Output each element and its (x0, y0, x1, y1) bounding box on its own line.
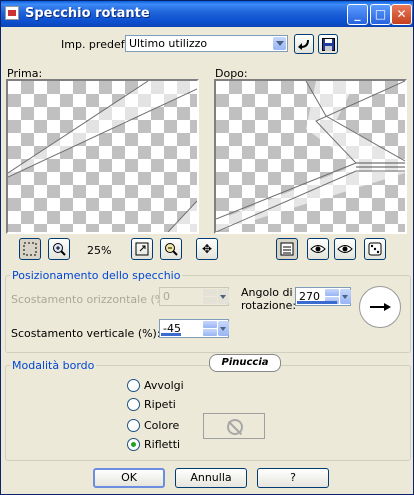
preset-dropdown[interactable]: Ultimo utilizzo (125, 35, 288, 52)
angle-label-line1: Angolo di (241, 286, 293, 299)
preset-value: Ultimo utilizzo (129, 37, 208, 50)
horizontal-offset-label: Scostamento orizzontale (%): (11, 293, 174, 306)
zoom-in-icon (53, 243, 66, 256)
move-icon: ✥ (201, 242, 213, 256)
edge-mode-group: Modalità bordo (5, 359, 411, 461)
marquee-select-button[interactable] (19, 238, 41, 260)
title-bar[interactable]: Specchio rotante _ □ ✕ (1, 1, 413, 27)
position-group: Posizionamento dello specchio (5, 269, 411, 353)
toggle-preview-button[interactable] (276, 238, 298, 260)
dialog-window: Specchio rotante _ □ ✕ Imp. predef.: Ult… (0, 0, 414, 495)
zoom-out-button[interactable] (160, 238, 182, 260)
watermark: Pinuccia (209, 354, 281, 372)
vertical-offset-dropdown[interactable] (218, 321, 229, 336)
maximize-button[interactable]: □ (370, 4, 391, 25)
save-preset-button[interactable] (318, 34, 338, 54)
vertical-offset-slider-bar (161, 333, 181, 336)
color-swatch[interactable] (203, 413, 265, 439)
maximize-icon: □ (374, 7, 387, 21)
fit-preview-button[interactable] (131, 238, 153, 260)
cancel-button[interactable]: Annulla (175, 468, 247, 488)
after-preview[interactable] (214, 79, 407, 234)
zoom-in-button[interactable] (48, 238, 70, 260)
vertical-offset-spinner[interactable] (203, 321, 217, 336)
horizontal-offset-input[interactable]: 0 (159, 287, 229, 306)
minimize-button[interactable]: _ (347, 4, 368, 25)
minimize-icon: _ (354, 7, 361, 21)
zoom-level: 25% (87, 244, 112, 257)
eye-proof-button[interactable] (307, 238, 329, 260)
move-button[interactable]: ✥ (196, 238, 218, 260)
angle-slider-bar (297, 301, 337, 304)
preset-reset-icon (298, 39, 309, 50)
chevron-down-icon[interactable] (273, 37, 286, 50)
radio-rifletti-label[interactable]: Rifletti (144, 438, 180, 451)
app-icon[interactable] (5, 6, 19, 20)
before-preview[interactable] (6, 79, 199, 234)
edge-mode-group-title: Modalità bordo (12, 359, 95, 372)
zoom-out-icon (165, 243, 178, 256)
help-button[interactable]: ? (257, 468, 329, 488)
radio-ripeti-label[interactable]: Ripeti (144, 398, 176, 411)
preset-label: Imp. predef.: (61, 38, 131, 51)
radio-rifletti[interactable] (127, 438, 140, 451)
fit-preview-icon (135, 242, 149, 256)
randomize-button[interactable] (364, 238, 386, 260)
eye-proof-icon (310, 245, 326, 253)
angle-dropdown[interactable] (340, 289, 351, 304)
marquee-select-icon (23, 242, 37, 256)
horizontal-offset-spinner[interactable] (203, 289, 217, 304)
ok-button[interactable]: OK (93, 468, 165, 488)
toggle-preview-icon (280, 242, 294, 256)
horizontal-offset-dropdown[interactable] (218, 289, 229, 304)
angle-input[interactable]: 270 (295, 287, 351, 306)
close-icon: ✕ (396, 7, 407, 21)
rotation-dial[interactable] (359, 286, 401, 328)
no-color-icon (227, 419, 243, 435)
eye-button[interactable] (334, 238, 356, 260)
window-title: Specchio rotante (25, 6, 150, 21)
radio-avvolgi[interactable] (127, 379, 140, 392)
position-group-title: Posizionamento dello specchio (12, 269, 181, 282)
horizontal-offset-value: 0 (163, 290, 170, 303)
close-button[interactable]: ✕ (391, 4, 412, 25)
eye-icon (337, 245, 353, 253)
angle-label-line2: rotazione: (241, 299, 297, 312)
radio-colore-label[interactable]: Colore (144, 419, 179, 432)
randomize-dice-icon (368, 242, 382, 256)
radio-colore[interactable] (127, 419, 140, 432)
vertical-offset-input[interactable]: -45 (159, 319, 229, 338)
radio-avvolgi-label[interactable]: Avvolgi (144, 379, 184, 392)
preset-reset-button[interactable] (294, 34, 314, 54)
vertical-offset-label: Scostamento verticale (%): (11, 327, 161, 340)
radio-ripeti[interactable] (127, 398, 140, 411)
save-preset-icon (321, 37, 335, 51)
